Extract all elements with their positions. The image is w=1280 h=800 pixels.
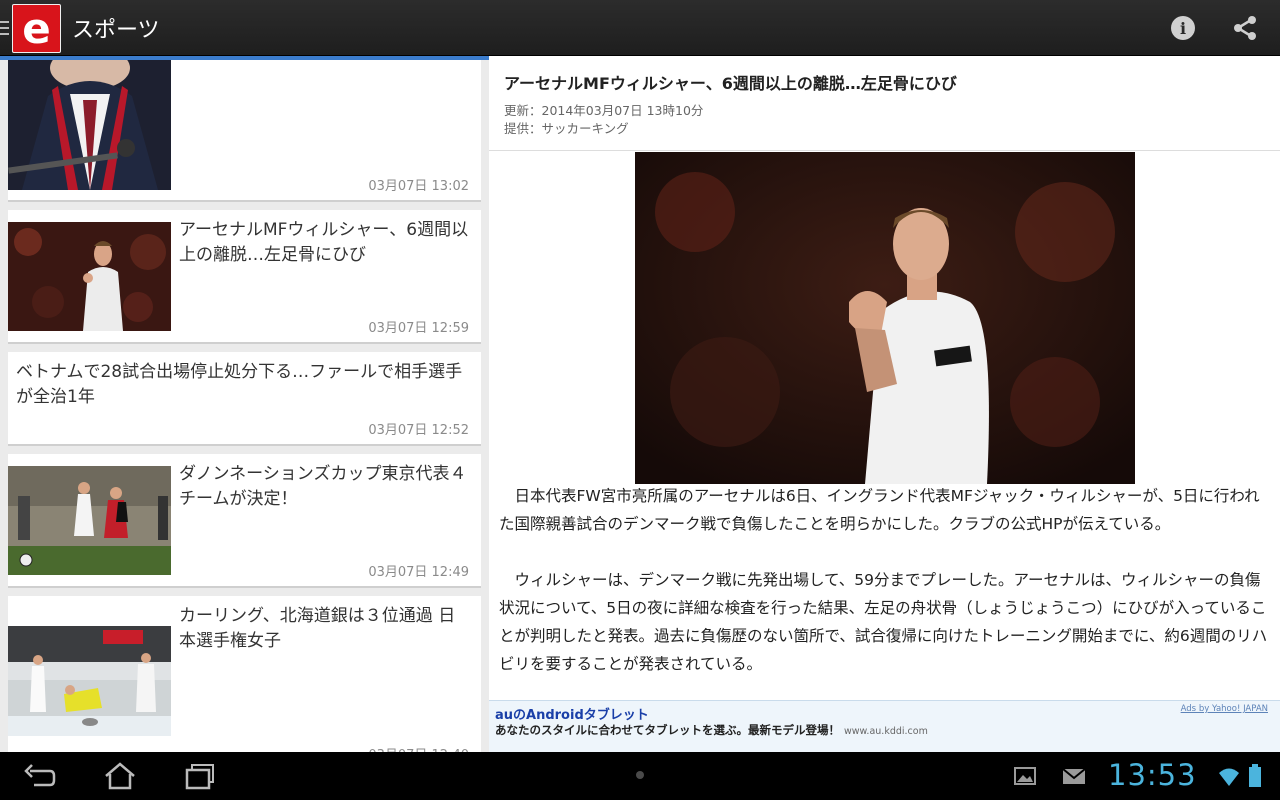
article-source: 提供：サッカーキング	[504, 121, 629, 136]
share-icon[interactable]	[1232, 15, 1258, 41]
article-paragraph: ウィルシャーは、デンマーク戦に先発出場して、59分までプレーした。アーセナルは、…	[499, 571, 1268, 673]
back-icon[interactable]	[22, 760, 58, 792]
news-time: 03月07日 12:40	[368, 744, 469, 752]
news-list-item[interactable]: アーセナルMFウィルシャー、6週間以上の離脱…左足骨にひび 03月07日 12:…	[8, 210, 481, 344]
app-logo[interactable]: e	[12, 4, 61, 53]
article-title: アーセナルMFウィルシャー、6週間以上の離脱…左足骨にひび	[504, 74, 957, 93]
article-photo	[635, 152, 1135, 484]
menu-icon[interactable]	[0, 21, 9, 35]
news-time: 03月07日 12:49	[368, 565, 469, 580]
news-list-item[interactable]: 03月07日 13:02	[8, 56, 481, 202]
news-title: カーリング、北海道銀は３位通過 日本選手権女子	[179, 606, 456, 651]
ad-title[interactable]: auのAndroidタブレット	[495, 704, 649, 723]
article-pane[interactable]: アーセナルMFウィルシャー、6週間以上の離脱…左足骨にひび 更新：2014年03…	[489, 56, 1280, 752]
article-paragraph: 日本代表FW宮市亮所属のアーセナルは6日、イングランド代表MFジャック・ウィルシ…	[499, 487, 1260, 533]
info-icon[interactable]: i	[1171, 16, 1195, 40]
article-updated: 更新：2014年03月07日 13時10分	[504, 103, 704, 118]
wifi-icon	[1219, 768, 1239, 786]
news-time: 03月07日 12:59	[368, 321, 469, 336]
ad-description: あなたのスタイルに合わせてタブレットを選ぶ。最新モデル登場！	[495, 723, 840, 737]
gallery-icon[interactable]	[1014, 765, 1036, 787]
news-list-item[interactable]: ベトナムで28試合出場停止処分下る…ファールで相手選手が全治1年 03月07日 …	[8, 352, 481, 446]
recent-apps-icon[interactable]	[182, 760, 218, 792]
page-title: スポーツ	[72, 18, 160, 43]
battery-icon	[1249, 764, 1261, 787]
news-thumbnail	[8, 466, 171, 575]
action-bar: e スポーツ i	[0, 0, 1280, 56]
news-time: 03月07日 12:52	[368, 423, 469, 438]
news-thumbnail	[8, 56, 171, 190]
news-title: ベトナムで28試合出場停止処分下る…ファールで相手選手が全治1年	[16, 362, 463, 407]
ad-text[interactable]: あなたのスタイルに合わせてタブレットを選ぶ。最新モデル登場！ www.au.kdd…	[495, 722, 928, 738]
news-time: 03月07日 13:02	[368, 179, 469, 194]
news-list-item[interactable]: ダノンネーションズカップ東京代表４チームが決定！ 03月07日 12:49	[8, 454, 481, 588]
divider	[489, 150, 1280, 151]
ad-banner[interactable]: auのAndroidタブレット あなたのスタイルに合わせてタブレットを選ぶ。最新…	[489, 700, 1280, 752]
ad-credit-link[interactable]: Ads by Yahoo! JAPAN	[1181, 704, 1268, 714]
loading-progress-bar	[0, 56, 489, 60]
news-list[interactable]: 03月07日 13:02 アーセナルMFウィルシャー、6週間以上の離脱…左足骨に…	[0, 56, 489, 752]
nav-indicator-dot	[636, 771, 644, 779]
news-list-item[interactable]: カーリング、北海道銀は３位通過 日本選手権女子 03月07日 12:40	[8, 596, 481, 752]
mail-icon[interactable]	[1062, 765, 1086, 787]
news-thumbnail	[8, 626, 171, 736]
news-thumbnail	[8, 222, 171, 331]
home-icon[interactable]	[102, 760, 138, 792]
news-title: ダノンネーションズカップ東京代表４チームが決定！	[179, 464, 467, 509]
article-body: 日本代表FW宮市亮所属のアーセナルは6日、イングランド代表MFジャック・ウィルシ…	[499, 482, 1271, 678]
news-title: アーセナルMFウィルシャー、6週間以上の離脱…左足骨にひび	[179, 220, 469, 265]
content-area: 03月07日 13:02 アーセナルMFウィルシャー、6週間以上の離脱…左足骨に…	[0, 56, 1280, 752]
ad-url[interactable]: www.au.kddi.com	[844, 726, 928, 737]
status-clock: 13:53	[1108, 758, 1197, 792]
